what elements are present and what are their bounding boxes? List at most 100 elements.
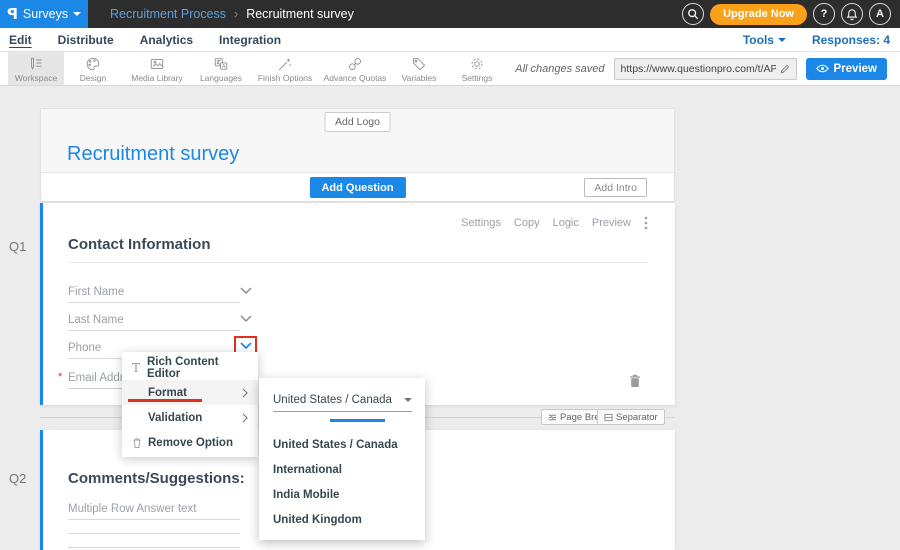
active-indicator [330, 419, 385, 422]
separator-button[interactable]: Separator [597, 409, 665, 425]
question-actions: Settings Copy Logic Preview [461, 216, 648, 230]
tab-edit[interactable]: Edit [9, 33, 32, 47]
title-divider [68, 262, 648, 263]
toolbar-item-media-library[interactable]: Media Library [122, 52, 192, 85]
languages-icon: A [213, 56, 229, 72]
chevron-right-icon [242, 388, 248, 398]
format-option-us-canada[interactable]: United States / Canada [273, 433, 398, 458]
question-settings-link[interactable]: Settings [461, 217, 501, 229]
survey-url-field[interactable]: https://www.questionpro.com/t/APNrFZ [614, 58, 797, 80]
save-status: All changes saved [515, 63, 604, 75]
section-tabs: Edit Distribute Analytics Integration To… [0, 28, 900, 52]
field-first-name[interactable]: First Name [68, 279, 240, 303]
tools-menu[interactable]: Tools [743, 33, 786, 47]
top-navbar: P Surveys Recruitment Process › Recruitm… [0, 0, 900, 28]
search-button[interactable] [682, 3, 704, 25]
toolbar-item-languages[interactable]: A Languages [192, 52, 250, 85]
media-library-icon [149, 56, 165, 72]
required-marker: * [58, 371, 62, 383]
toolbar-item-finish-options[interactable]: Finish Options [250, 52, 320, 85]
toolbar-item-settings[interactable]: Settings [448, 52, 506, 85]
design-icon [85, 56, 101, 72]
chevron-down-icon [778, 38, 786, 42]
add-question-button[interactable]: Add Question [309, 177, 405, 198]
chevron-down-icon[interactable] [240, 315, 252, 322]
responses-count[interactable]: Responses: 4 [812, 33, 890, 47]
breadcrumb: Recruitment Process › Recruitment survey [110, 7, 354, 21]
more-options-icon[interactable] [644, 216, 648, 230]
format-selected-value: United States / Canada [273, 394, 404, 406]
svg-text:A: A [222, 64, 226, 70]
toolbar-item-advance-quotas[interactable]: Advance Quotas [320, 52, 390, 85]
tab-integration[interactable]: Integration [219, 33, 281, 47]
edit-url-icon[interactable] [780, 64, 790, 74]
navbar-right-actions: Upgrade Now ? A [682, 3, 900, 25]
question-preview-link[interactable]: Preview [592, 217, 631, 229]
separator-label: Separator [616, 412, 658, 423]
help-icon: ? [821, 8, 828, 20]
finish-options-icon [277, 56, 293, 72]
separator-icon [604, 413, 613, 422]
avatar[interactable]: A [869, 3, 891, 25]
advance-quotas-icon [347, 56, 363, 72]
trash-icon [132, 437, 148, 449]
bell-icon [846, 8, 858, 21]
format-option-international[interactable]: International [273, 458, 342, 483]
chevron-down-icon[interactable] [240, 287, 252, 294]
search-icon [687, 8, 699, 20]
survey-url: https://www.questionpro.com/t/APNrFZ [621, 63, 776, 75]
multirow-answer-field[interactable]: Multiple Row Answer text [68, 496, 240, 520]
preview-button[interactable]: Preview [806, 58, 887, 80]
tab-distribute[interactable]: Distribute [58, 33, 114, 47]
help-button[interactable]: ? [813, 3, 835, 25]
toolbar-item-workspace[interactable]: Workspace [8, 52, 64, 85]
menu-item-validation[interactable]: Validation [122, 405, 258, 430]
question-copy-link[interactable]: Copy [514, 217, 540, 229]
edit-toolbar: Workspace Design Media Library A Languag… [0, 52, 900, 86]
breadcrumb-separator: › [234, 7, 238, 21]
workspace-icon [28, 56, 44, 72]
answer-line [68, 533, 240, 534]
field-last-name[interactable]: Last Name [68, 307, 240, 331]
option-context-menu: T Rich Content Editor Format Validation … [122, 352, 258, 457]
questionpro-logo: P [7, 5, 18, 23]
variables-icon [411, 56, 427, 72]
chevron-down-icon [73, 12, 81, 16]
question-number-q1: Q1 [9, 239, 26, 254]
breadcrumb-current: Recruitment survey [246, 7, 354, 21]
menu-item-remove-option[interactable]: Remove Option [122, 430, 258, 455]
breadcrumb-folder[interactable]: Recruitment Process [110, 7, 226, 21]
format-submenu-panel: United States / Canada United States / C… [259, 378, 425, 540]
trash-icon[interactable] [629, 374, 641, 388]
eye-icon [816, 64, 829, 73]
question-title[interactable]: Comments/Suggestions: [68, 470, 245, 487]
app-window: P Surveys Recruitment Process › Recruitm… [0, 0, 900, 550]
chevron-right-icon [242, 413, 248, 423]
format-option-india-mobile[interactable]: India Mobile [273, 483, 339, 508]
question-number-q2: Q2 [9, 471, 26, 486]
survey-title[interactable]: Recruitment survey [67, 143, 239, 166]
menu-item-rich-content-editor[interactable]: T Rich Content Editor [122, 355, 258, 380]
tab-analytics[interactable]: Analytics [140, 33, 193, 47]
text-format-icon: T [132, 361, 147, 375]
toolbar-item-variables[interactable]: Variables [390, 52, 448, 85]
annotation-underline [128, 399, 202, 402]
tools-label: Tools [743, 33, 774, 47]
add-logo-button[interactable]: Add Logo [324, 112, 391, 132]
avatar-initial: A [876, 8, 884, 20]
format-option-united-kingdom[interactable]: United Kingdom [273, 508, 362, 533]
question-title[interactable]: Contact Information [68, 236, 211, 253]
upgrade-now-button[interactable]: Upgrade Now [710, 4, 807, 25]
survey-header-card: Add Logo Recruitment survey Add Question… [40, 108, 675, 202]
format-select[interactable]: United States / Canada [273, 388, 412, 412]
surveys-product-menu[interactable]: P Surveys [0, 0, 88, 28]
page-break-icon [548, 413, 557, 422]
product-menu-label: Surveys [23, 7, 68, 21]
add-intro-button[interactable]: Add Intro [584, 178, 647, 197]
select-caret-icon [404, 398, 412, 402]
answer-line [68, 547, 240, 548]
question-logic-link[interactable]: Logic [553, 217, 579, 229]
notifications-button[interactable] [841, 3, 863, 25]
settings-icon [469, 56, 485, 72]
toolbar-item-design[interactable]: Design [64, 52, 122, 85]
